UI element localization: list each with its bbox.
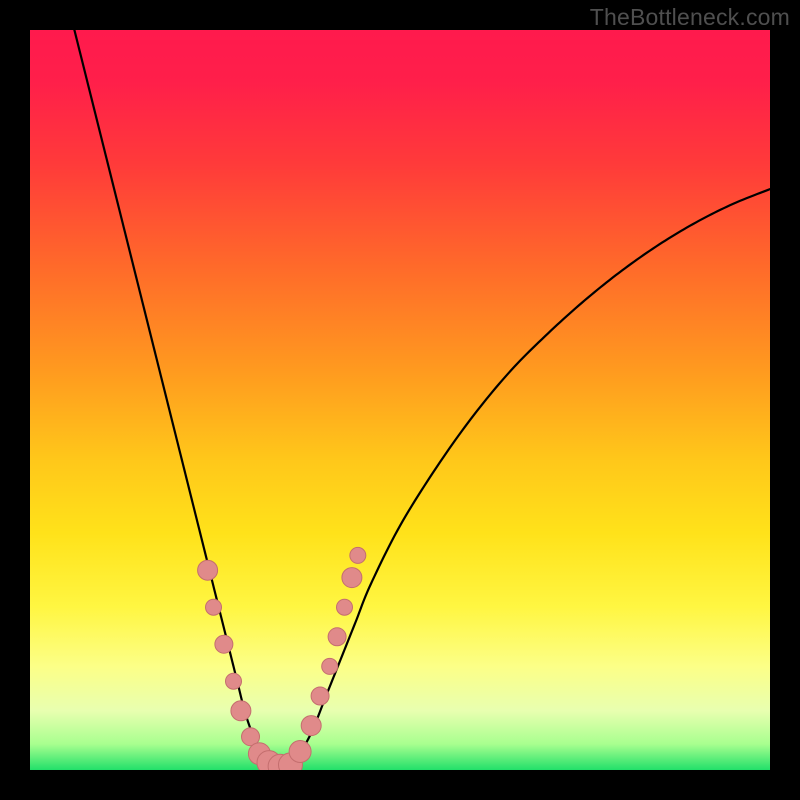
- chart-frame: TheBottleneck.com: [0, 0, 800, 800]
- curve-marker: [350, 547, 366, 563]
- chart-overlay: [30, 30, 770, 770]
- curve-marker: [198, 560, 218, 580]
- curve-marker: [337, 599, 353, 615]
- curve-marker: [301, 716, 321, 736]
- curve-marker: [206, 599, 222, 615]
- curve-marker: [215, 635, 233, 653]
- curve-marker: [226, 673, 242, 689]
- curve-marker: [231, 701, 251, 721]
- curve-marker: [328, 628, 346, 646]
- curve-marker: [342, 568, 362, 588]
- curve-marker: [311, 687, 329, 705]
- bottleneck-curve: [74, 30, 770, 768]
- curve-marker: [289, 741, 311, 763]
- curve-marker: [322, 658, 338, 674]
- watermark-text: TheBottleneck.com: [590, 4, 790, 31]
- plot-area: [30, 30, 770, 770]
